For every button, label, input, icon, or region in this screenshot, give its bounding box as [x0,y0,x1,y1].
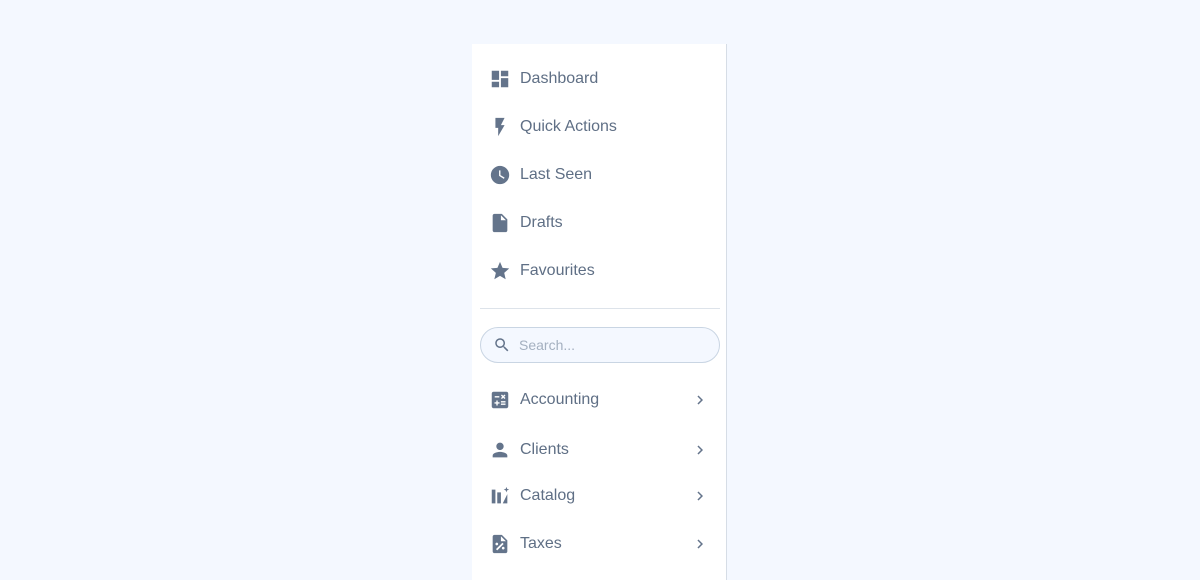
document-icon [489,212,511,234]
chevron-right-icon[interactable] [691,441,709,459]
search-input[interactable] [519,334,709,356]
sidebar-item-drafts[interactable]: Drafts [472,203,726,243]
sidebar-item-label: Favourites [520,262,595,279]
sidebar-item-favourites[interactable]: Favourites [472,251,726,291]
sidebar-item-label: Clients [520,441,569,458]
sidebar-item-quick-actions[interactable]: Quick Actions [472,107,726,147]
sidebar-item-clients[interactable]: Clients [472,430,726,470]
sidebar-item-label: Dashboard [520,70,599,87]
clock-icon [489,164,511,186]
sidebar-item-last-seen[interactable]: Last Seen [472,155,726,195]
sidebar-item-label: Quick Actions [520,118,617,135]
sidebar: Dashboard Quick Actions Last Seen Drafts… [472,44,727,580]
divider [480,308,720,309]
catalog-icon [489,485,511,507]
chevron-right-icon[interactable] [691,391,709,409]
sidebar-item-label: Drafts [520,214,563,231]
chevron-right-icon[interactable] [691,487,709,505]
person-icon [489,439,511,461]
sidebar-item-taxes[interactable]: Taxes [472,524,726,564]
chevron-right-icon[interactable] [691,535,709,553]
sidebar-item-label: Last Seen [520,166,593,183]
sidebar-item-label: Taxes [520,535,562,552]
sidebar-item-catalog[interactable]: Catalog [472,476,726,516]
sidebar-item-dashboard[interactable]: Dashboard [472,59,726,99]
dashboard-icon [489,68,511,90]
star-icon [489,260,511,282]
sidebar-item-label: Accounting [520,391,600,408]
bolt-icon [489,116,511,138]
search-icon [493,336,511,354]
sidebar-item-label: Catalog [520,487,576,504]
tax-document-icon [489,533,511,555]
search-box[interactable] [480,327,720,363]
sidebar-item-accounting[interactable]: Accounting [472,380,726,420]
calculator-icon [489,389,511,411]
